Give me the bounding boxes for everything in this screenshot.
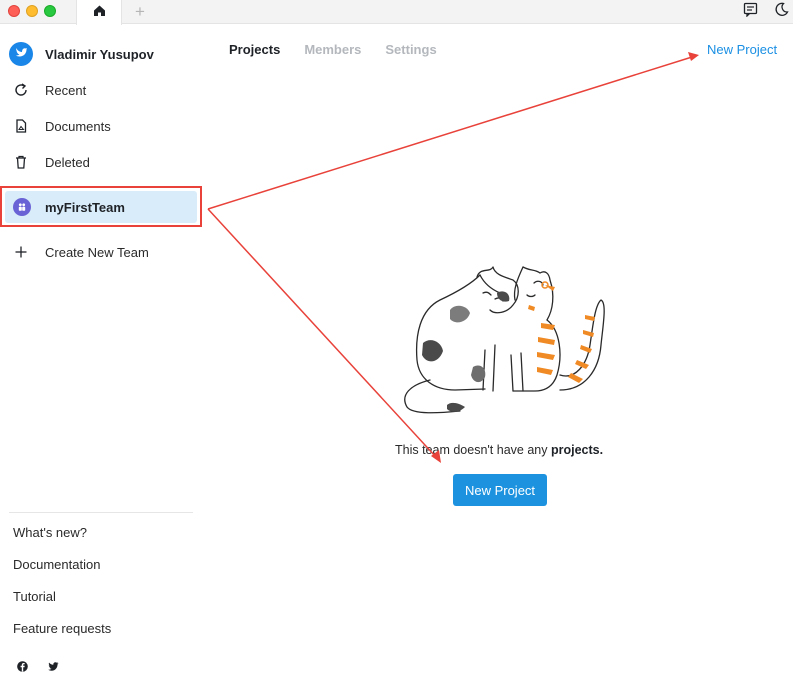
twitter-link[interactable] xyxy=(46,661,60,675)
plus-icon: + xyxy=(135,2,145,21)
feature-requests-link[interactable]: Feature requests xyxy=(13,621,111,636)
annotation-highlight-box xyxy=(0,186,202,227)
facebook-icon xyxy=(16,659,28,677)
trash-icon xyxy=(13,154,29,170)
home-icon xyxy=(93,4,106,22)
main-tabs: Projects Members Settings xyxy=(229,42,461,57)
bird-logo-icon xyxy=(14,45,28,64)
add-tab-button[interactable]: + xyxy=(130,2,150,22)
user-name: Vladimir Yusupov xyxy=(45,46,154,62)
whats-new-link[interactable]: What's new? xyxy=(13,525,87,540)
empty-state-message: This team doesn't have any projects. xyxy=(395,443,607,457)
tab-projects[interactable]: Projects xyxy=(229,42,280,57)
cats-illustration xyxy=(404,266,605,414)
dark-mode-moon-icon xyxy=(774,2,789,22)
new-project-button[interactable]: New Project xyxy=(453,474,547,506)
feedback-icon xyxy=(743,2,758,22)
home-tab[interactable] xyxy=(76,0,122,25)
document-icon xyxy=(13,118,29,134)
user-profile[interactable]: Vladimir Yusupov xyxy=(9,42,154,66)
documentation-link[interactable]: Documentation xyxy=(13,557,100,572)
sidebar-item-label: Documents xyxy=(45,118,111,134)
tutorial-link[interactable]: Tutorial xyxy=(13,589,56,604)
sidebar-item-recent[interactable]: Recent xyxy=(13,82,86,98)
create-team-label: Create New Team xyxy=(45,244,149,260)
new-project-link[interactable]: New Project xyxy=(707,42,777,57)
sidebar-item-documents[interactable]: Documents xyxy=(13,118,111,134)
minimize-window-button[interactable] xyxy=(26,5,38,17)
sidebar-item-deleted[interactable]: Deleted xyxy=(13,154,90,170)
window-titlebar: + xyxy=(0,0,793,25)
sidebar-item-label: Deleted xyxy=(45,154,90,170)
dark-mode-toggle[interactable] xyxy=(772,2,790,22)
tab-members[interactable]: Members xyxy=(304,42,361,57)
empty-state-emphasis: projects. xyxy=(550,443,604,457)
refresh-icon xyxy=(13,82,29,98)
sidebar-divider xyxy=(9,512,193,513)
tab-settings[interactable]: Settings xyxy=(385,42,436,57)
close-window-button[interactable] xyxy=(8,5,20,17)
annotation-arrow-top xyxy=(207,56,693,210)
feedback-button[interactable] xyxy=(741,2,759,22)
create-team-button[interactable]: Create New Team xyxy=(13,244,149,260)
annotation-arrowhead-top xyxy=(688,52,699,61)
empty-state-text: This team doesn't have any xyxy=(395,443,548,457)
avatar xyxy=(9,42,33,66)
twitter-icon xyxy=(47,659,59,677)
sidebar-item-label: Recent xyxy=(45,82,87,98)
facebook-link[interactable] xyxy=(15,661,29,675)
maximize-window-button[interactable] xyxy=(44,5,56,17)
sidebar: Vladimir Yusupov Recent Documents Delete… xyxy=(0,25,205,686)
plus-icon xyxy=(13,244,29,260)
